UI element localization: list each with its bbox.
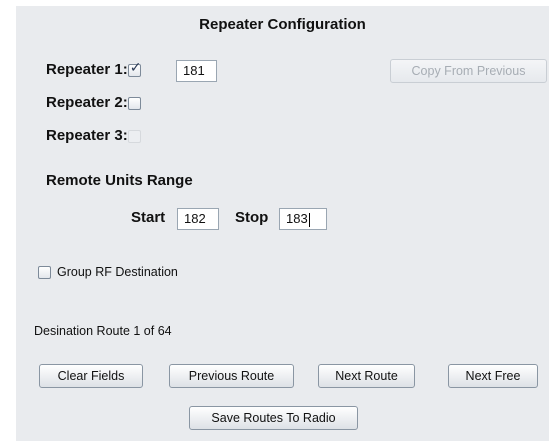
repeater-1-label: Repeater 1:: [46, 61, 128, 78]
start-label: Start: [131, 209, 166, 226]
copy-from-previous-button[interactable]: Copy From Previous: [390, 59, 547, 83]
save-routes-button[interactable]: Save Routes To Radio: [189, 406, 358, 430]
checkmark-icon: ✓: [129, 59, 142, 76]
next-free-button[interactable]: Next Free: [448, 364, 538, 388]
next-route-button[interactable]: Next Route: [318, 364, 415, 388]
stop-label: Stop: [235, 209, 269, 226]
repeater-3-checkbox: [127, 129, 141, 143]
panel-title: Repeater Configuration: [199, 16, 366, 33]
group-rf-label: Group RF Destination: [57, 265, 178, 279]
repeater-config-panel: Repeater Configuration Repeater 1: ✓ 181 …: [16, 6, 549, 441]
repeater-1-input[interactable]: 181: [176, 60, 217, 82]
text-cursor: [308, 212, 310, 227]
stop-input[interactable]: 183: [279, 208, 327, 230]
repeater-1-row: Repeater 1: ✓: [46, 61, 141, 78]
repeater-3-label: Repeater 3:: [46, 127, 128, 144]
repeater-2-row: Repeater 2:: [46, 94, 141, 111]
route-status-text: Desination Route 1 of 64: [34, 324, 172, 338]
repeater-2-label: Repeater 2:: [46, 94, 128, 111]
group-rf-row[interactable]: Group RF Destination: [38, 265, 178, 280]
previous-route-button[interactable]: Previous Route: [169, 364, 294, 388]
repeater-2-checkbox[interactable]: [127, 96, 141, 110]
start-input[interactable]: 182: [177, 208, 219, 230]
remote-units-range-heading: Remote Units Range: [46, 172, 193, 189]
repeater-1-checkbox[interactable]: ✓: [127, 59, 142, 77]
clear-fields-button[interactable]: Clear Fields: [39, 364, 143, 388]
repeater-3-row: Repeater 3:: [46, 127, 141, 144]
stop-input-value: 183: [286, 211, 308, 226]
group-rf-checkbox[interactable]: [38, 266, 51, 280]
